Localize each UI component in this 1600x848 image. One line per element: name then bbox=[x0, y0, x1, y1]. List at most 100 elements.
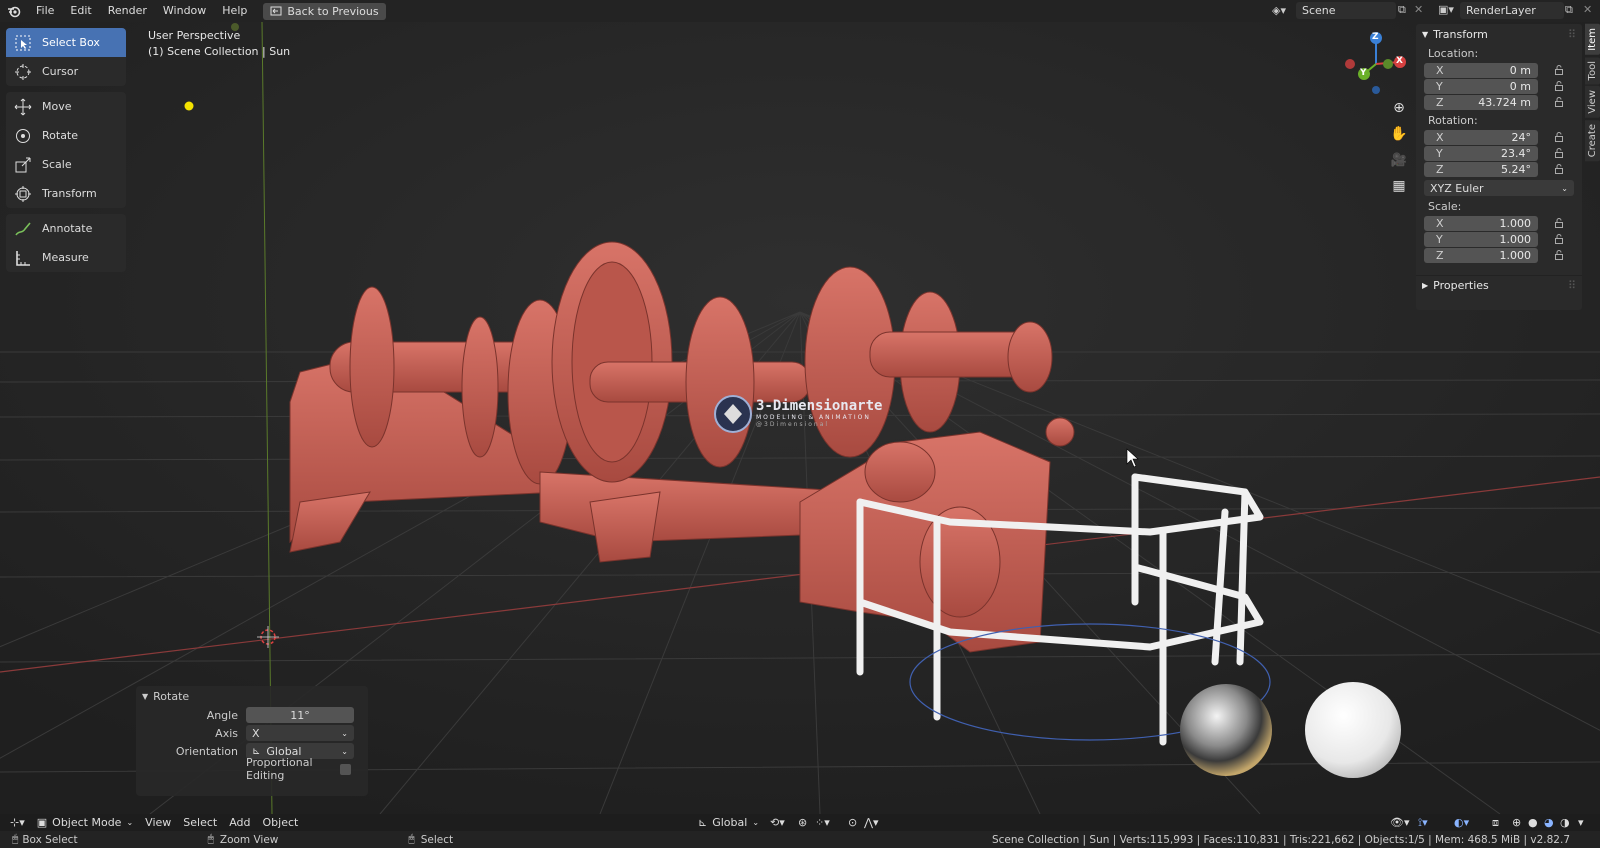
editor-type-icon[interactable]: ⊹▾ bbox=[0, 816, 31, 829]
sun-light-marker bbox=[184, 101, 194, 111]
ortho-toggle-button[interactable]: ▦ bbox=[1387, 174, 1411, 198]
tool-transform[interactable]: Transform bbox=[6, 179, 126, 208]
location-y-field[interactable]: Y 0 m bbox=[1424, 78, 1538, 94]
blender-logo-icon[interactable] bbox=[0, 4, 28, 18]
scale-y-field[interactable]: Y 1.000 bbox=[1424, 231, 1538, 247]
zoom-view-button[interactable]: ⊕ bbox=[1387, 96, 1411, 120]
tool-cursor-label: Cursor bbox=[42, 65, 79, 78]
angle-value: 11° bbox=[290, 708, 310, 722]
tool-measure[interactable]: Measure bbox=[6, 243, 126, 272]
back-screen-icon bbox=[270, 6, 282, 16]
proportional-row: Proportional Editing bbox=[136, 756, 368, 782]
proportional-checkbox[interactable] bbox=[340, 763, 351, 775]
lock-icon[interactable] bbox=[1554, 234, 1564, 244]
drag-handle-icon[interactable]: ⠿ bbox=[1568, 28, 1576, 41]
view-layer-icon[interactable]: ▣▾ bbox=[1438, 3, 1454, 16]
rotation-z-field[interactable]: Z 5.24° bbox=[1424, 161, 1538, 177]
object-mode-label: Object Mode bbox=[52, 816, 122, 829]
layer-copy-icon[interactable]: ⧉ bbox=[1565, 3, 1573, 17]
gizmo-toggle-icon[interactable]: ⟟▾ bbox=[1418, 816, 1428, 830]
viewport-header: ⊹▾ ▣ Object Mode ⌄ View Select Add Objec… bbox=[0, 814, 1600, 831]
transform-panel-header[interactable]: ▼ Transform ⠿ bbox=[1416, 24, 1582, 44]
gizmo-z-label[interactable]: Z bbox=[1372, 32, 1379, 42]
rotation-mode-dropdown[interactable]: XYZ Euler ⌄ bbox=[1424, 180, 1574, 196]
header-menu-select[interactable]: Select bbox=[177, 816, 223, 829]
tab-create[interactable]: Create bbox=[1585, 119, 1600, 162]
menu-file[interactable]: File bbox=[28, 0, 62, 22]
lock-icon[interactable] bbox=[1554, 250, 1564, 260]
lock-icon[interactable] bbox=[1554, 164, 1564, 174]
menu-edit[interactable]: Edit bbox=[62, 0, 99, 22]
header-menu-add[interactable]: Add bbox=[223, 816, 256, 829]
properties-panel-header[interactable]: ▶ Properties ⠿ bbox=[1416, 275, 1582, 295]
object-mode-icon: ▣ bbox=[36, 816, 48, 829]
axis-dropdown[interactable]: X ⌄ bbox=[246, 725, 354, 741]
back-to-previous-button[interactable]: Back to Previous bbox=[263, 2, 386, 20]
material-shading-icon[interactable]: ◕ bbox=[1544, 816, 1554, 829]
tab-view[interactable]: View bbox=[1585, 86, 1600, 118]
gizmo-y-label[interactable]: Y bbox=[1360, 68, 1367, 78]
rotation-y-field[interactable]: Y 23.4° bbox=[1424, 145, 1538, 161]
menu-help[interactable]: Help bbox=[214, 0, 255, 22]
tool-scale[interactable]: Scale bbox=[6, 150, 126, 179]
hand-icon: ✋ bbox=[1390, 126, 1408, 142]
angle-field[interactable]: 11° bbox=[246, 707, 354, 723]
lock-icon[interactable] bbox=[1554, 97, 1564, 107]
scale-label: Scale: bbox=[1428, 200, 1462, 213]
rotation-x-field[interactable]: X 24° bbox=[1424, 129, 1538, 145]
lock-icon[interactable] bbox=[1554, 81, 1564, 91]
header-menu-view[interactable]: View bbox=[139, 816, 177, 829]
scale-z-field[interactable]: Z 1.000 bbox=[1424, 247, 1538, 263]
layer-close-icon[interactable]: ✕ bbox=[1583, 3, 1592, 16]
pan-view-button[interactable]: ✋ bbox=[1387, 122, 1411, 146]
scene-close-icon[interactable]: ✕ bbox=[1414, 3, 1423, 16]
lock-icon[interactable] bbox=[1554, 132, 1564, 142]
overlay-toggle-icon[interactable]: ◐▾ bbox=[1454, 816, 1469, 829]
header-menu-object[interactable]: Object bbox=[257, 816, 305, 829]
gizmo-x-label[interactable]: X bbox=[1396, 56, 1403, 66]
scene-copy-icon[interactable]: ⧉ bbox=[1398, 3, 1406, 17]
tab-tool[interactable]: Tool bbox=[1585, 56, 1600, 85]
visibility-icon[interactable]: 👁▾ bbox=[1390, 816, 1410, 829]
lock-icon[interactable] bbox=[1554, 65, 1564, 75]
xray-toggle-icon[interactable]: ⧈ bbox=[1492, 816, 1499, 830]
chevron-down-icon: ⌄ bbox=[126, 818, 134, 827]
shading-options-icon[interactable]: ▾ bbox=[1578, 816, 1584, 829]
location-x-field[interactable]: X 0 m bbox=[1424, 62, 1538, 78]
rotate-operator-title: Rotate bbox=[153, 689, 190, 703]
object-mode-dropdown[interactable]: ▣ Object Mode ⌄ bbox=[31, 816, 139, 829]
tool-move[interactable]: Move bbox=[6, 92, 126, 121]
camera-view-button[interactable]: 🎥 bbox=[1387, 148, 1411, 172]
tab-item[interactable]: Item bbox=[1585, 24, 1600, 55]
tool-rotate[interactable]: Rotate bbox=[6, 121, 126, 150]
tool-annotate[interactable]: Annotate bbox=[6, 214, 126, 243]
3d-viewport[interactable]: Z X Y 3-Dimensionarte MODELING & ANIMATI… bbox=[0, 22, 1600, 814]
watermark-sub: MODELING & ANIMATION bbox=[756, 414, 871, 421]
menu-render[interactable]: Render bbox=[100, 0, 155, 22]
rendered-shading-icon[interactable]: ◑ bbox=[1560, 816, 1570, 829]
tool-shelf: Select Box Cursor Move Rotate Scale Tran… bbox=[6, 28, 126, 278]
scene-type-icon[interactable]: ◈▾ bbox=[1272, 4, 1286, 17]
transform-orientation-dropdown[interactable]: ⊾ Global ⌄ bbox=[698, 816, 759, 829]
snap-toggle-icon[interactable]: ⊛ bbox=[798, 816, 807, 829]
scale-x-field[interactable]: X 1.000 bbox=[1424, 215, 1538, 231]
tool-select-box[interactable]: Select Box bbox=[6, 28, 126, 57]
collapse-arrow-icon: ▼ bbox=[1422, 29, 1429, 39]
snap-element-icon[interactable]: ⁘▾ bbox=[815, 816, 830, 829]
drag-handle-icon[interactable]: ⠿ bbox=[1568, 279, 1576, 292]
solid-shading-icon[interactable]: ● bbox=[1528, 816, 1538, 829]
wireframe-shading-icon[interactable]: ⊕ bbox=[1512, 816, 1521, 829]
tool-cursor[interactable]: Cursor bbox=[6, 57, 126, 86]
proportional-edit-icon[interactable]: ⊙ bbox=[848, 816, 857, 829]
sidebar-item-panel: ▼ Transform ⠿ Location: X 0 m Y 0 m Z 43.72… bbox=[1416, 24, 1582, 310]
falloff-icon[interactable]: ⋀▾ bbox=[864, 816, 879, 829]
scene-name-field[interactable]: Scene bbox=[1296, 2, 1396, 19]
menu-window[interactable]: Window bbox=[155, 0, 214, 22]
chevron-down-icon: ⌄ bbox=[341, 746, 348, 756]
lock-icon[interactable] bbox=[1554, 148, 1564, 158]
pivot-point-icon[interactable]: ⟲▾ bbox=[770, 816, 785, 829]
location-z-field[interactable]: Z 43.724 m bbox=[1424, 94, 1538, 110]
render-layer-field[interactable]: RenderLayer bbox=[1460, 2, 1564, 19]
lock-icon[interactable] bbox=[1554, 218, 1564, 228]
rotate-operator-header[interactable]: ▼ Rotate bbox=[136, 686, 368, 706]
